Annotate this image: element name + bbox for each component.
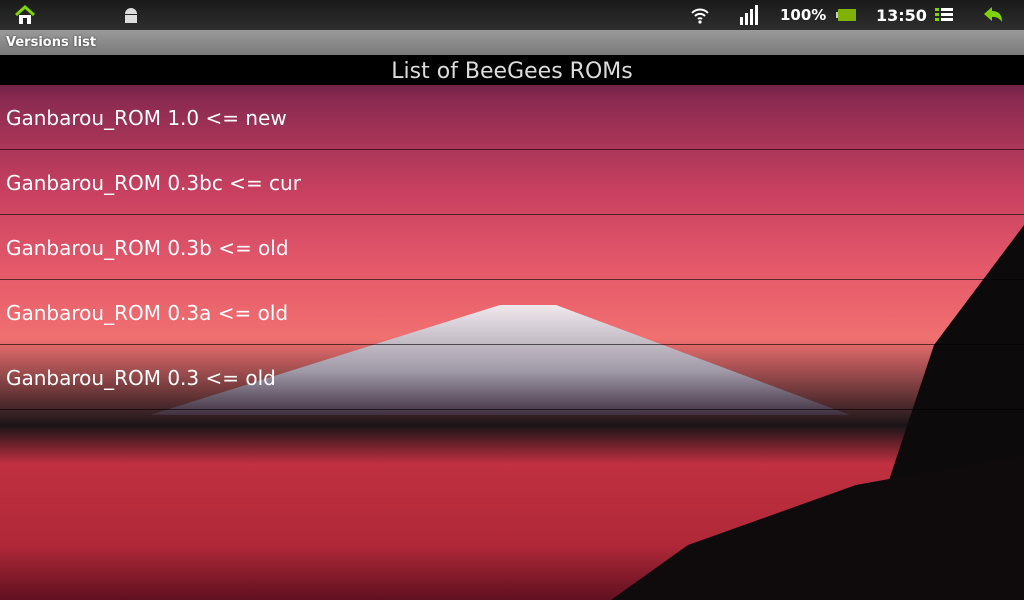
home-icon[interactable]	[14, 0, 36, 30]
app-title: Versions list	[0, 30, 1024, 55]
list-item[interactable]: Ganbarou_ROM 0.3 <= old	[0, 345, 1024, 410]
wallpaper-shore	[604, 455, 1024, 600]
android-debug-icon	[122, 0, 140, 30]
list-item[interactable]: Ganbarou_ROM 0.3bc <= cur	[0, 150, 1024, 215]
battery-level: 100%	[780, 6, 827, 24]
battery-icon	[836, 0, 858, 30]
list-item[interactable]: Ganbarou_ROM 0.3a <= old	[0, 280, 1024, 345]
signal-icon	[740, 0, 760, 30]
wifi-icon	[690, 0, 710, 30]
back-icon[interactable]	[984, 0, 1004, 30]
clock: 13:50	[876, 5, 927, 25]
menu-icon[interactable]	[935, 0, 953, 30]
list-item[interactable]: Ganbarou_ROM 1.0 <= new	[0, 85, 1024, 150]
versions-list: Ganbarou_ROM 1.0 <= new Ganbarou_ROM 0.3…	[0, 85, 1024, 410]
list-item[interactable]: Ganbarou_ROM 0.3b <= old	[0, 215, 1024, 280]
list-header: List of BeeGees ROMs	[0, 55, 1024, 85]
status-bar: 100% 13:50	[0, 0, 1024, 30]
